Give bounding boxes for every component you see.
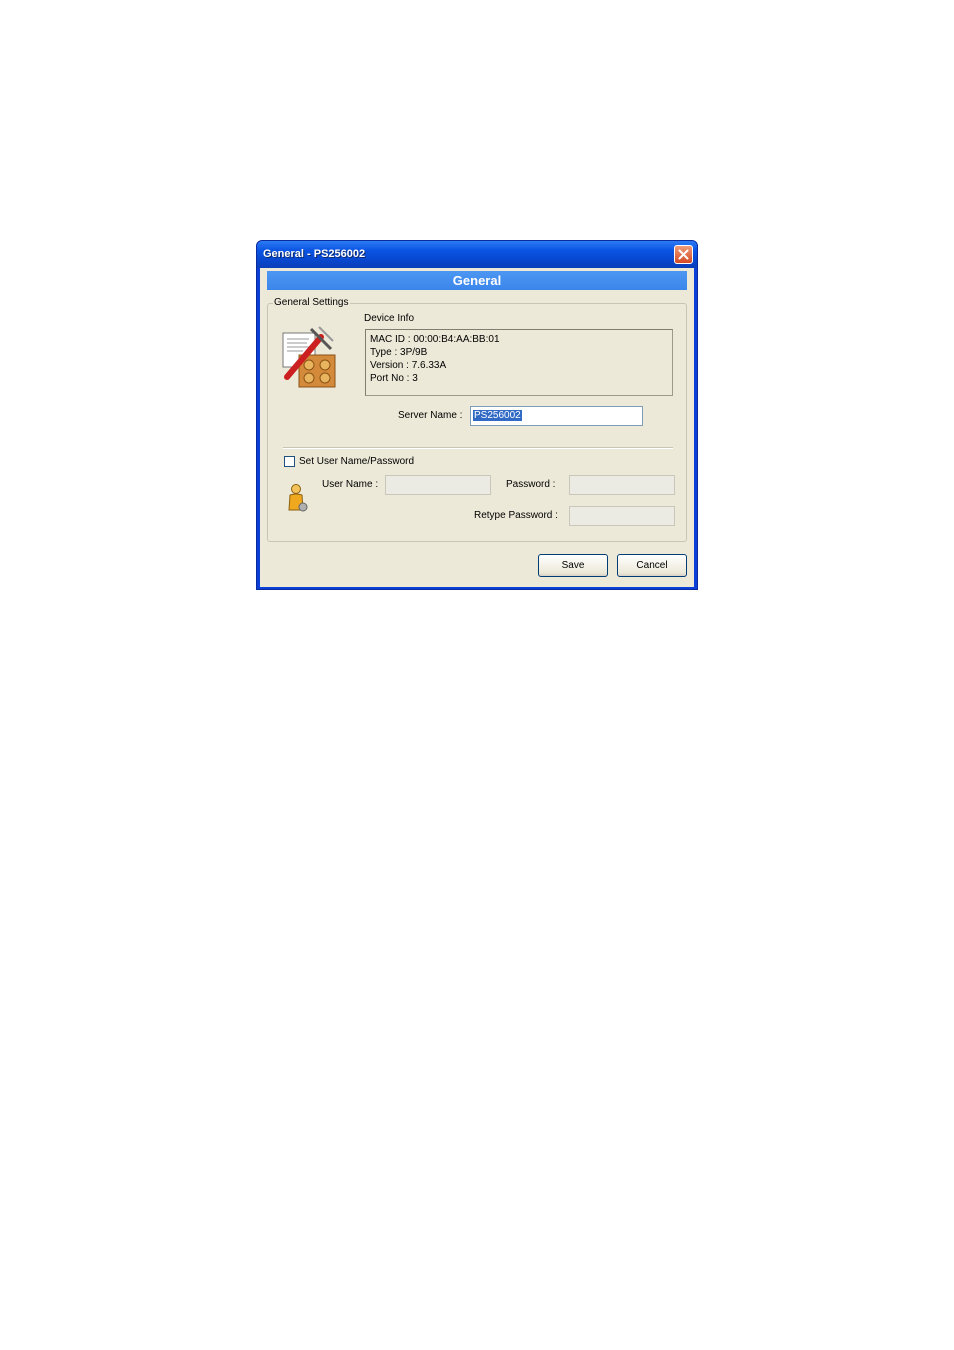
window-title: General - PS256002 [263,248,366,260]
server-name-value: PS256002 [473,410,522,421]
set-credentials-checkbox[interactable] [284,456,295,467]
device-info-box: MAC ID : 00:00:B4:AA:BB:01 Type : 3P/9B … [365,329,673,396]
device-info-label: Device Info [364,313,415,324]
user-icon [288,484,308,512]
password-label: Password : [506,479,556,490]
password-input[interactable] [569,475,675,495]
section-banner: General [267,271,687,290]
general-dialog: General - PS256002 General General Setti… [256,240,698,590]
port-no-text: Port No : 3 [370,373,418,384]
version-text: Version : 7.6.33A [370,360,447,371]
settings-tools-icon [282,326,336,388]
close-icon [678,249,689,260]
section-divider [283,447,673,449]
cancel-button[interactable]: Cancel [617,554,687,577]
retype-password-label: Retype Password : [474,510,558,521]
general-settings-label: General Settings [273,297,350,308]
save-button[interactable]: Save [538,554,608,577]
set-credentials-label[interactable]: Set User Name/Password [299,456,414,467]
user-name-input[interactable] [385,475,491,495]
title-bar[interactable]: General - PS256002 [257,241,697,268]
server-name-input[interactable]: PS256002 [470,406,643,426]
dialog-body: General General Settings Device Info MAC… [260,268,694,587]
retype-password-input[interactable] [569,506,675,526]
user-name-label: User Name : [322,479,379,490]
close-button[interactable] [674,245,693,264]
mac-id-text: MAC ID : 00:00:B4:AA:BB:01 [370,334,500,345]
type-text: Type : 3P/9B [370,347,428,358]
server-name-label: Server Name : [398,410,463,421]
